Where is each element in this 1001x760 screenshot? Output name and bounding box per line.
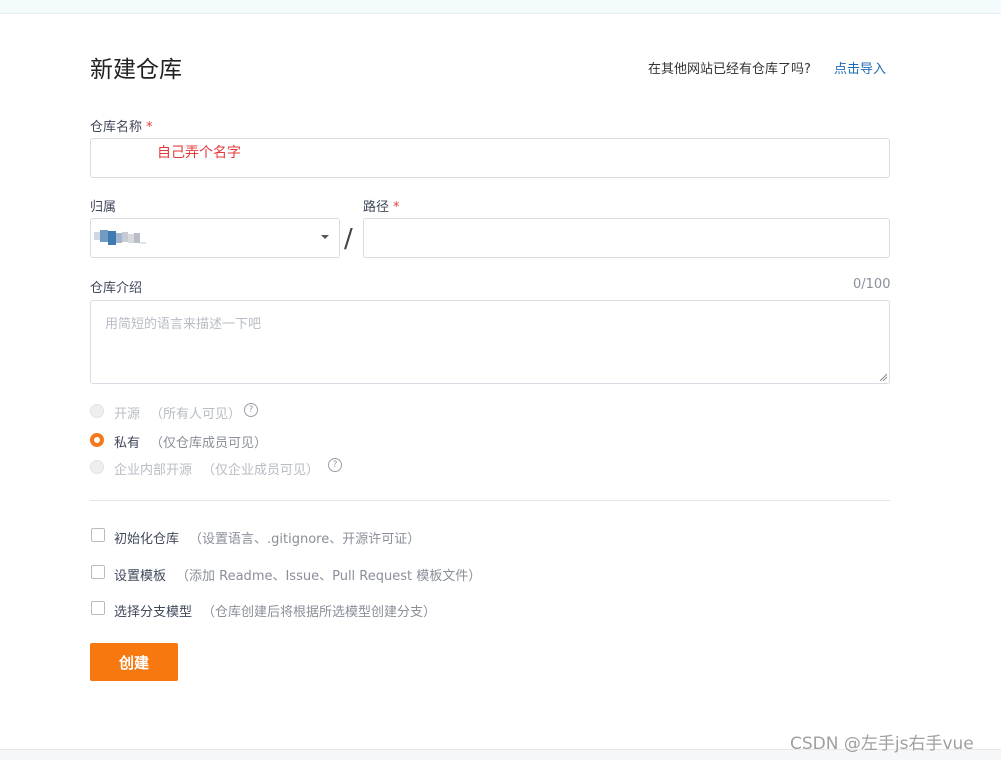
radio-open-source[interactable] — [90, 404, 104, 418]
option-template: 设置模板 （添加 Readme、Issue、Pull Request 模板文件） — [114, 569, 482, 584]
checkbox-template[interactable] — [91, 565, 105, 579]
import-link[interactable]: 点击导入 — [834, 58, 886, 77]
help-icon[interactable]: ? — [328, 458, 342, 472]
required-mark: * — [146, 120, 153, 135]
divider — [90, 500, 890, 501]
help-icon[interactable]: ? — [244, 403, 258, 417]
path-label: 路径 * — [363, 200, 400, 215]
owner-label: 归属 — [90, 200, 117, 215]
top-bar — [0, 0, 1001, 14]
radio-enterprise[interactable] — [90, 460, 104, 474]
path-input[interactable] — [363, 218, 890, 258]
required-mark: * — [393, 200, 400, 215]
repo-name-value: 自己弄个名字 — [157, 145, 241, 161]
description-label: 仓库介绍 — [90, 281, 143, 296]
watermark: CSDN @左手js右手vue — [790, 734, 974, 754]
description-counter: 0/100 — [853, 277, 891, 292]
path-separator: / — [344, 224, 353, 254]
owner-avatar-blurred — [94, 230, 146, 245]
description-placeholder: 用简短的语言来描述一下吧 — [105, 317, 262, 332]
checkbox-init-repo[interactable] — [91, 528, 105, 542]
create-button[interactable]: 创建 — [90, 643, 178, 681]
option-init-repo: 初始化仓库 （设置语言、.gitignore、开源许可证） — [114, 532, 421, 547]
chevron-down-icon[interactable] — [321, 235, 329, 239]
import-question: 在其他网站已经有仓库了吗? — [648, 62, 811, 77]
option-enterprise: 企业内部开源 （仅企业成员可见） — [114, 463, 320, 478]
resize-handle-icon[interactable] — [879, 373, 887, 381]
option-private: 私有 （仅仓库成员可见） — [114, 436, 268, 451]
radio-private[interactable] — [90, 433, 104, 447]
repo-name-label: 仓库名称 * — [90, 120, 153, 135]
option-open-source: 开源 （所有人可见） — [114, 407, 242, 422]
checkbox-branch-model[interactable] — [91, 601, 105, 615]
page-title: 新建仓库 — [90, 57, 182, 83]
option-branch-model: 选择分支模型 （仓库创建后将根据所选模型创建分支） — [114, 605, 437, 620]
